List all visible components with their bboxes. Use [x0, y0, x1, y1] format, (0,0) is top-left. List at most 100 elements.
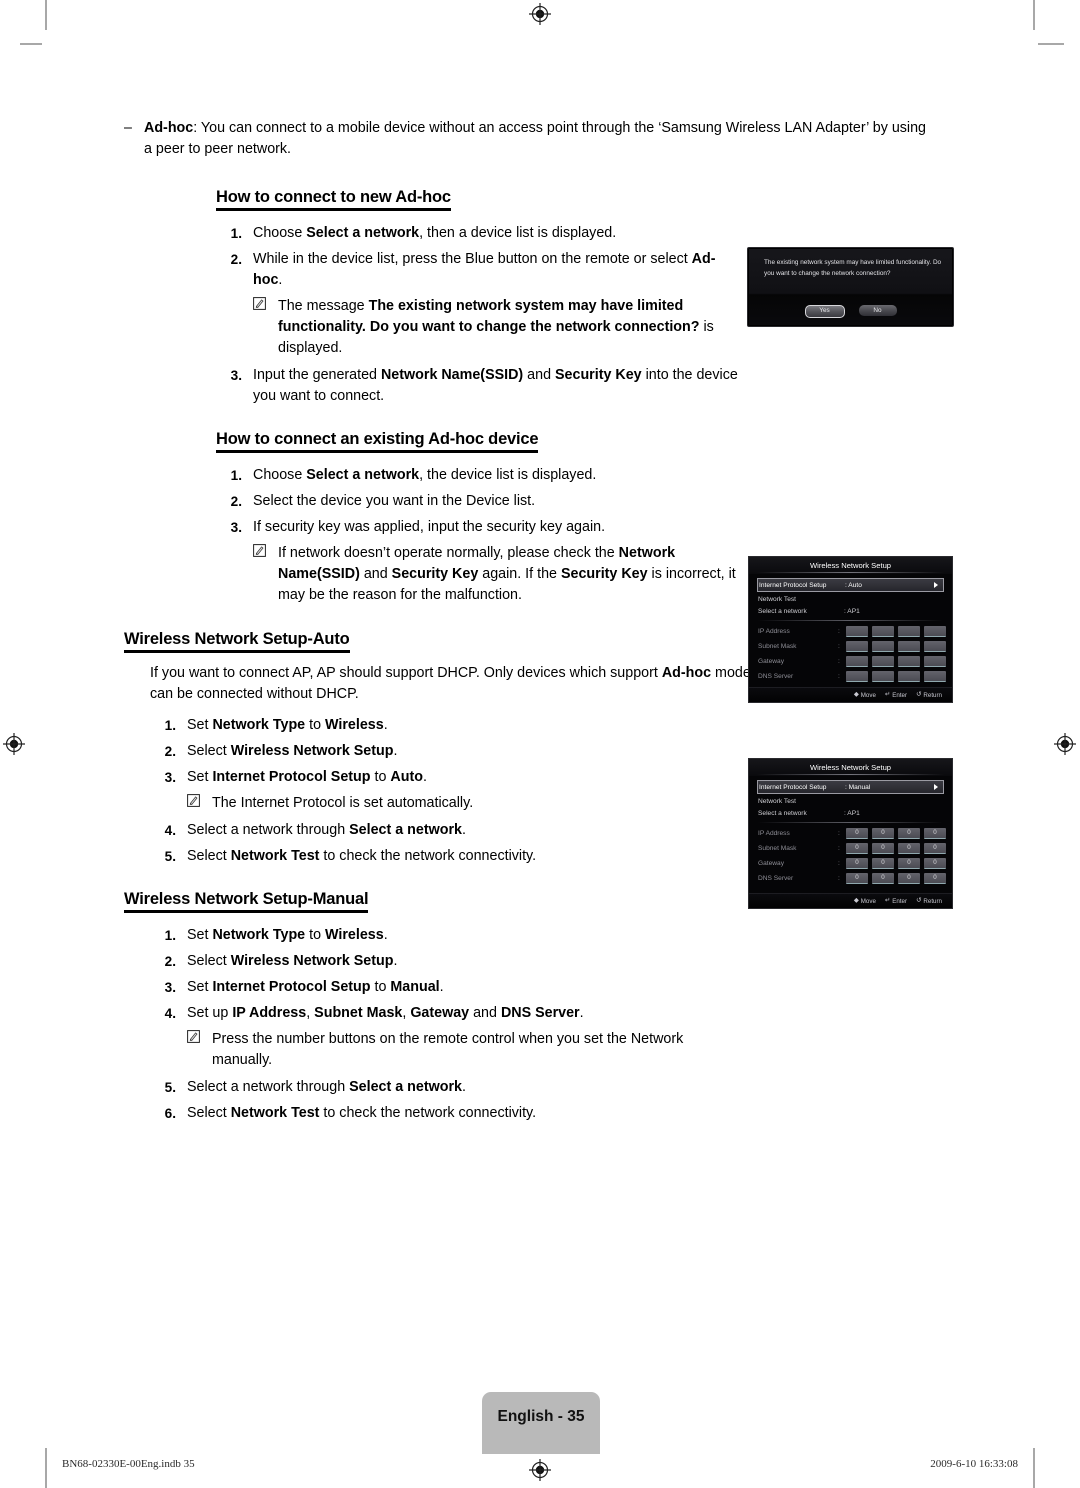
step-text: Choose Select a network, then a device l… — [253, 223, 744, 244]
step-text: Select Wireless Network Setup. — [187, 951, 744, 972]
osd-ip-octet-field[interactable]: 0 — [872, 873, 894, 884]
osd-ip-octet-field[interactable]: 0 — [924, 843, 946, 854]
osd-ip-row-ip-address[interactable]: IP Address: — [756, 625, 946, 638]
osd-ip-row-ip-address[interactable]: IP Address:0 0 0 0 — [756, 827, 946, 840]
osd-ip-octet-field[interactable] — [846, 626, 868, 637]
body-text: Select — [187, 953, 231, 969]
osd-row-select-a-network[interactable]: Select a network: AP1 — [756, 807, 945, 819]
body-text: Select — [187, 1105, 231, 1121]
osd-ip-octet-field[interactable] — [872, 641, 894, 652]
osd-nav-return[interactable]: ↺ Return — [916, 691, 942, 699]
osd-nav-label: Move — [860, 691, 876, 699]
step-item: 4. Set up IP Address, Subnet Mask, Gatewa… — [150, 1003, 744, 1024]
step-number: 1. — [230, 226, 242, 241]
osd-ip-octet-field[interactable]: 0 — [846, 828, 868, 839]
registration-mark-right — [1054, 733, 1076, 755]
osd-ip-octet-field[interactable]: 0 — [898, 828, 920, 839]
move-icon: ◆ — [853, 896, 859, 904]
osd-row-network-test[interactable]: Network Test — [756, 593, 945, 605]
osd-ip-octet-field[interactable]: 0 — [846, 843, 868, 854]
intro-text: Ad-hoc: You can connect to a mobile devi… — [144, 118, 936, 160]
osd-nav-move[interactable]: ◆ Move — [854, 691, 876, 699]
osd-ip-octet-field[interactable] — [846, 641, 868, 652]
emphasized-text: Security Key — [391, 566, 479, 582]
body-text: . — [422, 769, 427, 785]
osd-ip-row-subnet-mask[interactable]: Subnet Mask: — [756, 640, 946, 653]
enter-icon: ↵ — [884, 896, 891, 904]
body-text: . — [393, 743, 398, 759]
osd-ip-octet-field[interactable]: 0 — [898, 873, 920, 884]
osd-nav-enter[interactable]: ↵ Enter — [885, 691, 907, 699]
osd-row-select-a-network[interactable]: Select a network: AP1 — [756, 605, 945, 617]
osd-ip-octet-field[interactable] — [846, 656, 868, 667]
osd-ip-octet-field[interactable]: 0 — [924, 858, 946, 869]
osd-row-value: : AP1 — [844, 607, 860, 615]
emphasized-text: Security Key — [555, 367, 642, 383]
step-item: 2. Select the device you want in the Devi… — [216, 491, 744, 512]
note-icon — [253, 296, 278, 359]
osd-ip-octet-field[interactable] — [924, 626, 946, 637]
body-text: The Internet Protocol is set automatical… — [212, 795, 474, 811]
osd-ip-octet-group: 0000 — [846, 843, 946, 854]
osd-ip-octet-field[interactable] — [898, 626, 920, 637]
osd-ip-row-subnet-mask[interactable]: Subnet Mask:0 0 0 0 — [756, 842, 946, 855]
step-item: 3. Input the generated Network Name(SSID)… — [216, 365, 744, 407]
step-text: Set Internet Protocol Setup to Manual. — [187, 977, 744, 998]
osd-ip-octet-field[interactable] — [924, 641, 946, 652]
osd-ip-octet-field[interactable] — [924, 656, 946, 667]
osd-ip-row-gateway[interactable]: Gateway:0 0 0 0 — [756, 857, 946, 870]
osd-ip-octet-field[interactable]: 0 — [898, 843, 920, 854]
dialog-message: The existing network system may have lim… — [764, 259, 942, 277]
step-text: While in the device list, press the Blue… — [253, 249, 744, 291]
body-text: . — [278, 272, 283, 288]
step-list-setup-auto: 1. Set Network Type to Wireless. 2. Select … — [150, 715, 744, 867]
osd-ip-octet-field[interactable] — [924, 671, 946, 682]
osd-ip-octet-field[interactable]: 0 — [846, 858, 868, 869]
osd-ip-octet-field[interactable]: 0 — [872, 828, 894, 839]
dialog-yes-button[interactable]: Yes — [804, 305, 845, 318]
osd-ip-octet-field[interactable] — [872, 626, 894, 637]
step-number: 3. — [164, 770, 176, 785]
body-text: Set — [187, 979, 213, 995]
osd-ip-octet-field[interactable] — [872, 671, 894, 682]
osd-ip-octet-field[interactable] — [898, 671, 920, 682]
dialog-no-button[interactable]: No — [858, 305, 897, 316]
osd-row-internet-protocol-setup[interactable]: Internet Protocol Setup: Auto — [757, 578, 944, 592]
osd-row-network-test[interactable]: Network Test — [756, 795, 945, 807]
osd-row-internet-protocol-setup[interactable]: Internet Protocol Setup: Manual — [757, 780, 944, 794]
body-text: Input the generated — [253, 367, 381, 383]
osd-ip-octet-field[interactable]: 0 — [924, 873, 946, 884]
note-text: The message The existing network system … — [278, 296, 723, 359]
osd-ip-octet-field[interactable]: 0 — [846, 873, 868, 884]
osd-ip-octet-group — [846, 671, 946, 682]
osd-nav-return[interactable]: ↺ Return — [916, 897, 942, 905]
osd-ip-octet-field[interactable] — [898, 656, 920, 667]
step-number: 1. — [230, 468, 242, 483]
osd-ip-octet-field[interactable]: 0 — [924, 828, 946, 839]
osd-ip-row-gateway[interactable]: Gateway: — [756, 655, 946, 668]
body-text: to — [370, 979, 391, 995]
osd-ip-octet-field[interactable]: 0 — [872, 843, 894, 854]
body-text: . — [439, 979, 444, 995]
osd-ip-row-dns-server[interactable]: DNS Server:0 0 0 0 — [756, 872, 946, 885]
step-item: 3. If security key was applied, input the… — [216, 517, 744, 538]
registration-mark-bottom — [529, 1459, 551, 1481]
osd-ip-octet-field[interactable] — [846, 671, 868, 682]
osd-nav-enter[interactable]: ↵ Enter — [884, 896, 907, 905]
osd-ip-octet-field[interactable]: 0 — [898, 858, 920, 869]
content-flow: – Ad-hoc: You can connect to a mobile dev… — [124, 118, 926, 1124]
step-text: Set up IP Address, Subnet Mask, Gateway … — [187, 1003, 744, 1024]
osd-ip-octet-field[interactable]: 0 — [872, 858, 894, 869]
body-text: Select — [187, 743, 231, 759]
body-text: Press the number buttons on the remote c… — [212, 1031, 684, 1068]
emphasized-text: Network Type — [212, 717, 306, 733]
osd-ip-octet-field[interactable] — [898, 641, 920, 652]
osd-ip-row-dns-server[interactable]: DNS Server: — [756, 670, 946, 683]
osd-ip-octet-field[interactable] — [872, 656, 894, 667]
note-block: If network doesn’t operate normally, ple… — [216, 543, 753, 606]
osd-ip-colon: : — [838, 860, 840, 867]
step-text: Select Network Test to check the network… — [187, 846, 744, 867]
osd-nav-move[interactable]: ◆ Move — [853, 896, 876, 905]
step-item: 1. Choose Select a network, then a device… — [216, 223, 744, 244]
osd-manual-body: Internet Protocol Setup: Manual Network T… — [749, 776, 952, 885]
